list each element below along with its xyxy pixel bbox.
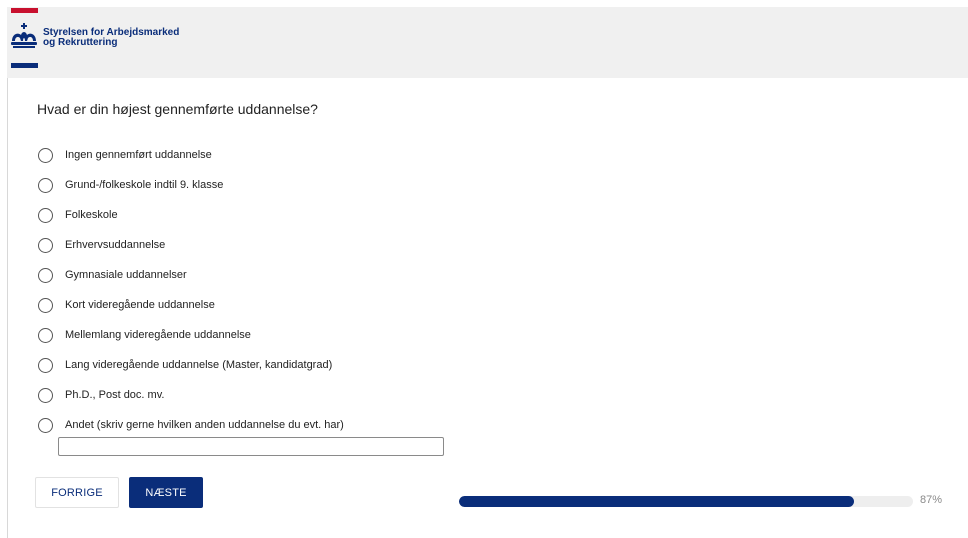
option-label: Ph.D., Post doc. mv.: [65, 389, 165, 401]
previous-button[interactable]: FORRIGE: [35, 477, 119, 508]
option-phd[interactable]: Ph.D., Post doc. mv.: [37, 380, 537, 410]
option-label: Grund-/folkeskole indtil 9. klasse: [65, 179, 224, 191]
option-label: Kort videregående uddannelse: [65, 299, 215, 311]
radio-button[interactable]: [38, 267, 53, 283]
option-label: Gymnasiale uddannelser: [65, 269, 187, 281]
option-label: Mellemlang videregående uddannelse: [65, 329, 251, 341]
option-folkeskole[interactable]: Folkeskole: [37, 200, 537, 230]
crown-icon: [11, 23, 37, 48]
answer-options: Ingen gennemført uddannelse Grund-/folke…: [37, 140, 537, 440]
progress-bar-fill: [459, 496, 854, 507]
logo-line-2: og Rekruttering: [43, 37, 118, 48]
radio-button[interactable]: [38, 237, 53, 253]
survey-page: Styrelsen for Arbejdsmarked og Rekrutter…: [0, 0, 968, 538]
radio-button[interactable]: [38, 147, 53, 163]
radio-button[interactable]: [38, 387, 53, 403]
option-andet[interactable]: Andet (skriv gerne hvilken anden uddanne…: [37, 410, 537, 440]
question-text: Hvad er din højest gennemførte uddannels…: [37, 101, 318, 117]
radio-button[interactable]: [38, 417, 53, 433]
radio-button[interactable]: [38, 357, 53, 373]
progress-bar: [459, 496, 913, 507]
logo-red-stripe: [11, 8, 38, 13]
option-label: Ingen gennemført uddannelse: [65, 149, 212, 161]
option-lang-videregaaende[interactable]: Lang videregående uddannelse (Master, ka…: [37, 350, 537, 380]
site-header: Styrelsen for Arbejdsmarked og Rekrutter…: [7, 7, 968, 78]
option-kort-videregaaende[interactable]: Kort videregående uddannelse: [37, 290, 537, 320]
option-mellemlang-videregaaende[interactable]: Mellemlang videregående uddannelse: [37, 320, 537, 350]
option-label: Folkeskole: [65, 209, 118, 221]
progress-percent: 87%: [920, 494, 943, 506]
logo-blue-stripe: [11, 63, 38, 68]
content-border: [7, 78, 8, 538]
option-label: Andet (skriv gerne hvilken anden uddanne…: [65, 419, 344, 431]
radio-button[interactable]: [38, 177, 53, 193]
next-button[interactable]: NÆSTE: [129, 477, 203, 508]
option-grundskole[interactable]: Grund-/folkeskole indtil 9. klasse: [37, 170, 537, 200]
other-education-input[interactable]: [58, 437, 444, 456]
option-label: Lang videregående uddannelse (Master, ka…: [65, 359, 333, 371]
radio-button[interactable]: [38, 297, 53, 313]
option-ingen[interactable]: Ingen gennemført uddannelse: [37, 140, 537, 170]
option-gymnasiale[interactable]: Gymnasiale uddannelser: [37, 260, 537, 290]
logo-text: Styrelsen for Arbejdsmarked og Rekrutter…: [43, 28, 179, 48]
radio-button[interactable]: [38, 327, 53, 343]
option-erhvervsuddannelse[interactable]: Erhvervsuddannelse: [37, 230, 537, 260]
option-label: Erhvervsuddannelse: [65, 239, 166, 251]
radio-button[interactable]: [38, 207, 53, 223]
